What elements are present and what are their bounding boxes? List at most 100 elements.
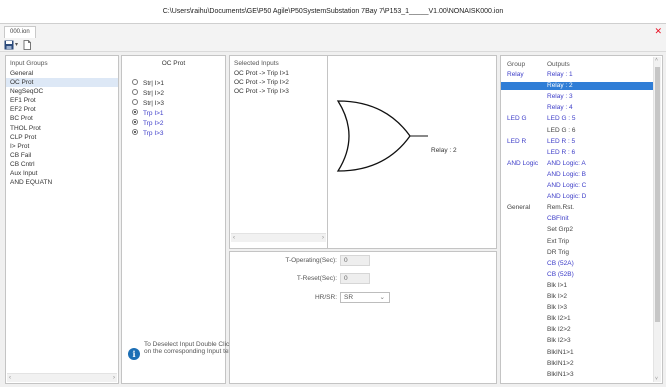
output-row[interactable]: LED G LED G : 5 — [501, 115, 654, 123]
output-row[interactable]: Blk I2>1 — [501, 315, 654, 323]
output-row[interactable]: AND Logic: B — [501, 171, 654, 179]
output-value: LED R : 6 — [547, 148, 576, 156]
output-value: Ext Trip — [547, 237, 570, 245]
input-group-item[interactable]: CLP Prot — [6, 133, 118, 142]
selected-input-item[interactable]: OC Prot -> Trip I>1 — [230, 69, 327, 78]
t-reset-field[interactable]: 0 — [340, 273, 370, 284]
output-row[interactable]: LED G : 6 — [501, 127, 654, 135]
option-str-i2[interactable]: Str| I>2 — [132, 89, 164, 98]
scroll-right-icon[interactable]: › — [113, 374, 115, 382]
output-row[interactable]: Blk I2>3 — [501, 337, 654, 345]
input-group-item[interactable]: AND EQUATN — [6, 178, 118, 187]
radio-checked-icon[interactable] — [132, 129, 138, 136]
chevron-down-icon: ⌄ — [379, 294, 385, 301]
output-row[interactable]: AND Logic: D — [501, 193, 654, 201]
output-row[interactable]: BlkIN1>1 — [501, 349, 654, 357]
output-row[interactable]: Ext Trip — [501, 238, 654, 246]
tab-file[interactable]: 000.ion — [4, 26, 36, 38]
output-row[interactable]: AND Logic AND Logic: A — [501, 160, 654, 168]
output-value: Blk I2>3 — [547, 337, 571, 345]
input-group-item[interactable]: EF1 Prot — [6, 96, 118, 105]
horizontal-scrollbar[interactable]: ‹ › — [7, 373, 117, 382]
output-row[interactable]: CB (52A) — [501, 260, 654, 268]
radio-icon[interactable] — [132, 79, 138, 86]
output-row[interactable]: Relay Relay : 1 — [501, 71, 654, 79]
output-row[interactable]: Set Grp2 — [501, 226, 654, 234]
input-group-item[interactable]: CB Cntrl — [6, 160, 118, 169]
output-value: AND Logic: B — [547, 170, 587, 178]
output-value: Relay : 3 — [547, 93, 573, 101]
oc-prot-title: OC Prot — [161, 60, 186, 67]
hr-sr-select[interactable]: SR ⌄ — [340, 292, 390, 303]
option-label: Trp I>1 — [143, 110, 164, 117]
output-row[interactable]: Relay : 3 — [501, 93, 654, 101]
selected-inputs-header: Selected Inputs — [234, 60, 279, 67]
option-trp-i1[interactable]: Trp I>1 — [132, 109, 164, 118]
scroll-left-icon[interactable]: ‹ — [9, 374, 11, 382]
outputs-list: Relay Relay : 1 Relay : 2 Relay : 3 Relay : … — [501, 71, 654, 384]
input-group-item[interactable]: THOL Prot — [6, 124, 118, 133]
output-row[interactable]: Blk I>1 — [501, 282, 654, 290]
document-icon[interactable] — [22, 40, 32, 50]
output-value: LED R : 5 — [547, 137, 576, 145]
input-group-item[interactable]: CB Fail — [6, 151, 118, 160]
output-row[interactable]: General Rem.Rst. — [501, 204, 654, 212]
radio-icon[interactable] — [132, 99, 138, 106]
option-str-i1[interactable]: Str| I>1 — [132, 79, 164, 88]
option-str-i3[interactable]: Str| I>3 — [132, 99, 164, 108]
scroll-down-icon[interactable]: ˅ — [655, 376, 658, 382]
output-row[interactable]: Blk I>3 — [501, 304, 654, 312]
output-value: Blk I2>2 — [547, 326, 571, 334]
scroll-up-icon[interactable]: ˄ — [655, 57, 658, 63]
input-group-item[interactable]: BC Prot — [6, 114, 118, 123]
radio-checked-icon[interactable] — [132, 119, 138, 126]
output-row[interactable]: Relay : 2 — [501, 82, 654, 91]
option-label: Trp I>2 — [143, 120, 164, 127]
output-row[interactable]: CB (52B) — [501, 271, 654, 279]
window-titlebar: C:\Users\raihu\Documents\GE\P50 Agile\P5… — [0, 0, 666, 24]
timer-settings-panel: T-Operating(Sec): 0 T-Reset(Sec): 0 HR/S… — [229, 251, 497, 384]
output-row[interactable]: Relay : 4 — [501, 104, 654, 112]
scrollbar-thumb[interactable] — [655, 67, 660, 322]
output-row[interactable]: CBFInit — [501, 215, 654, 223]
radio-icon[interactable] — [132, 89, 138, 96]
radio-checked-icon[interactable] — [132, 109, 138, 116]
output-group-label: General — [507, 204, 531, 212]
output-row[interactable]: LED R : 6 — [501, 149, 654, 157]
output-value: AND Logic: D — [547, 193, 587, 201]
tab-bar: 000.ion ✕ — [0, 24, 666, 38]
tab-label: 000.ion — [10, 29, 30, 35]
t-operating-field[interactable]: 0 — [340, 255, 370, 266]
scroll-left-icon[interactable]: ‹ — [233, 234, 235, 242]
output-row[interactable]: BlkIN1>2 — [501, 360, 654, 368]
save-icon[interactable] — [4, 40, 14, 50]
horizontal-scrollbar[interactable]: ‹ › — [231, 233, 326, 242]
output-value: BlkIN1>1 — [547, 348, 574, 356]
input-group-item[interactable]: NegSeqOC — [6, 87, 118, 96]
output-value: Blk I>2 — [547, 293, 568, 300]
option-trp-i3[interactable]: Trp I>3 — [132, 129, 164, 138]
output-value: Blk I>3 — [547, 304, 568, 312]
close-icon[interactable]: ✕ — [654, 25, 662, 37]
input-group-item[interactable]: I> Prot — [6, 142, 118, 151]
selected-input-item[interactable]: OC Prot -> Trip I>2 — [230, 78, 327, 87]
output-row[interactable]: AND Logic: C — [501, 182, 654, 190]
output-row[interactable]: Blk I>2 — [501, 293, 654, 301]
output-row[interactable]: DR Trig — [501, 249, 654, 257]
option-label: Str| I>2 — [143, 90, 165, 97]
deselect-info: i To Deselect Input Double Click on the … — [128, 336, 238, 376]
option-trp-i2[interactable]: Trp I>2 — [132, 119, 164, 128]
output-row[interactable]: LED R LED R : 5 — [501, 138, 654, 146]
output-row[interactable]: Blk I2>2 — [501, 326, 654, 334]
dropdown-arrow-icon[interactable]: ▾ — [15, 41, 18, 48]
scroll-right-icon[interactable]: › — [322, 234, 324, 242]
input-group-item[interactable]: EF2 Prot — [6, 105, 118, 114]
output-row[interactable]: BlkIN1>3 — [501, 371, 654, 379]
input-group-item[interactable]: Aux Input — [6, 169, 118, 178]
input-group-item[interactable]: OC Prot — [6, 78, 118, 88]
gate-output-label: Relay : 2 — [431, 147, 457, 154]
output-value: CB (52A) — [547, 259, 574, 267]
vertical-scrollbar[interactable]: ˄ ˅ — [653, 57, 661, 382]
selected-input-item[interactable]: OC Prot -> Trip I>3 — [230, 87, 327, 96]
input-group-item[interactable]: General — [6, 69, 118, 78]
